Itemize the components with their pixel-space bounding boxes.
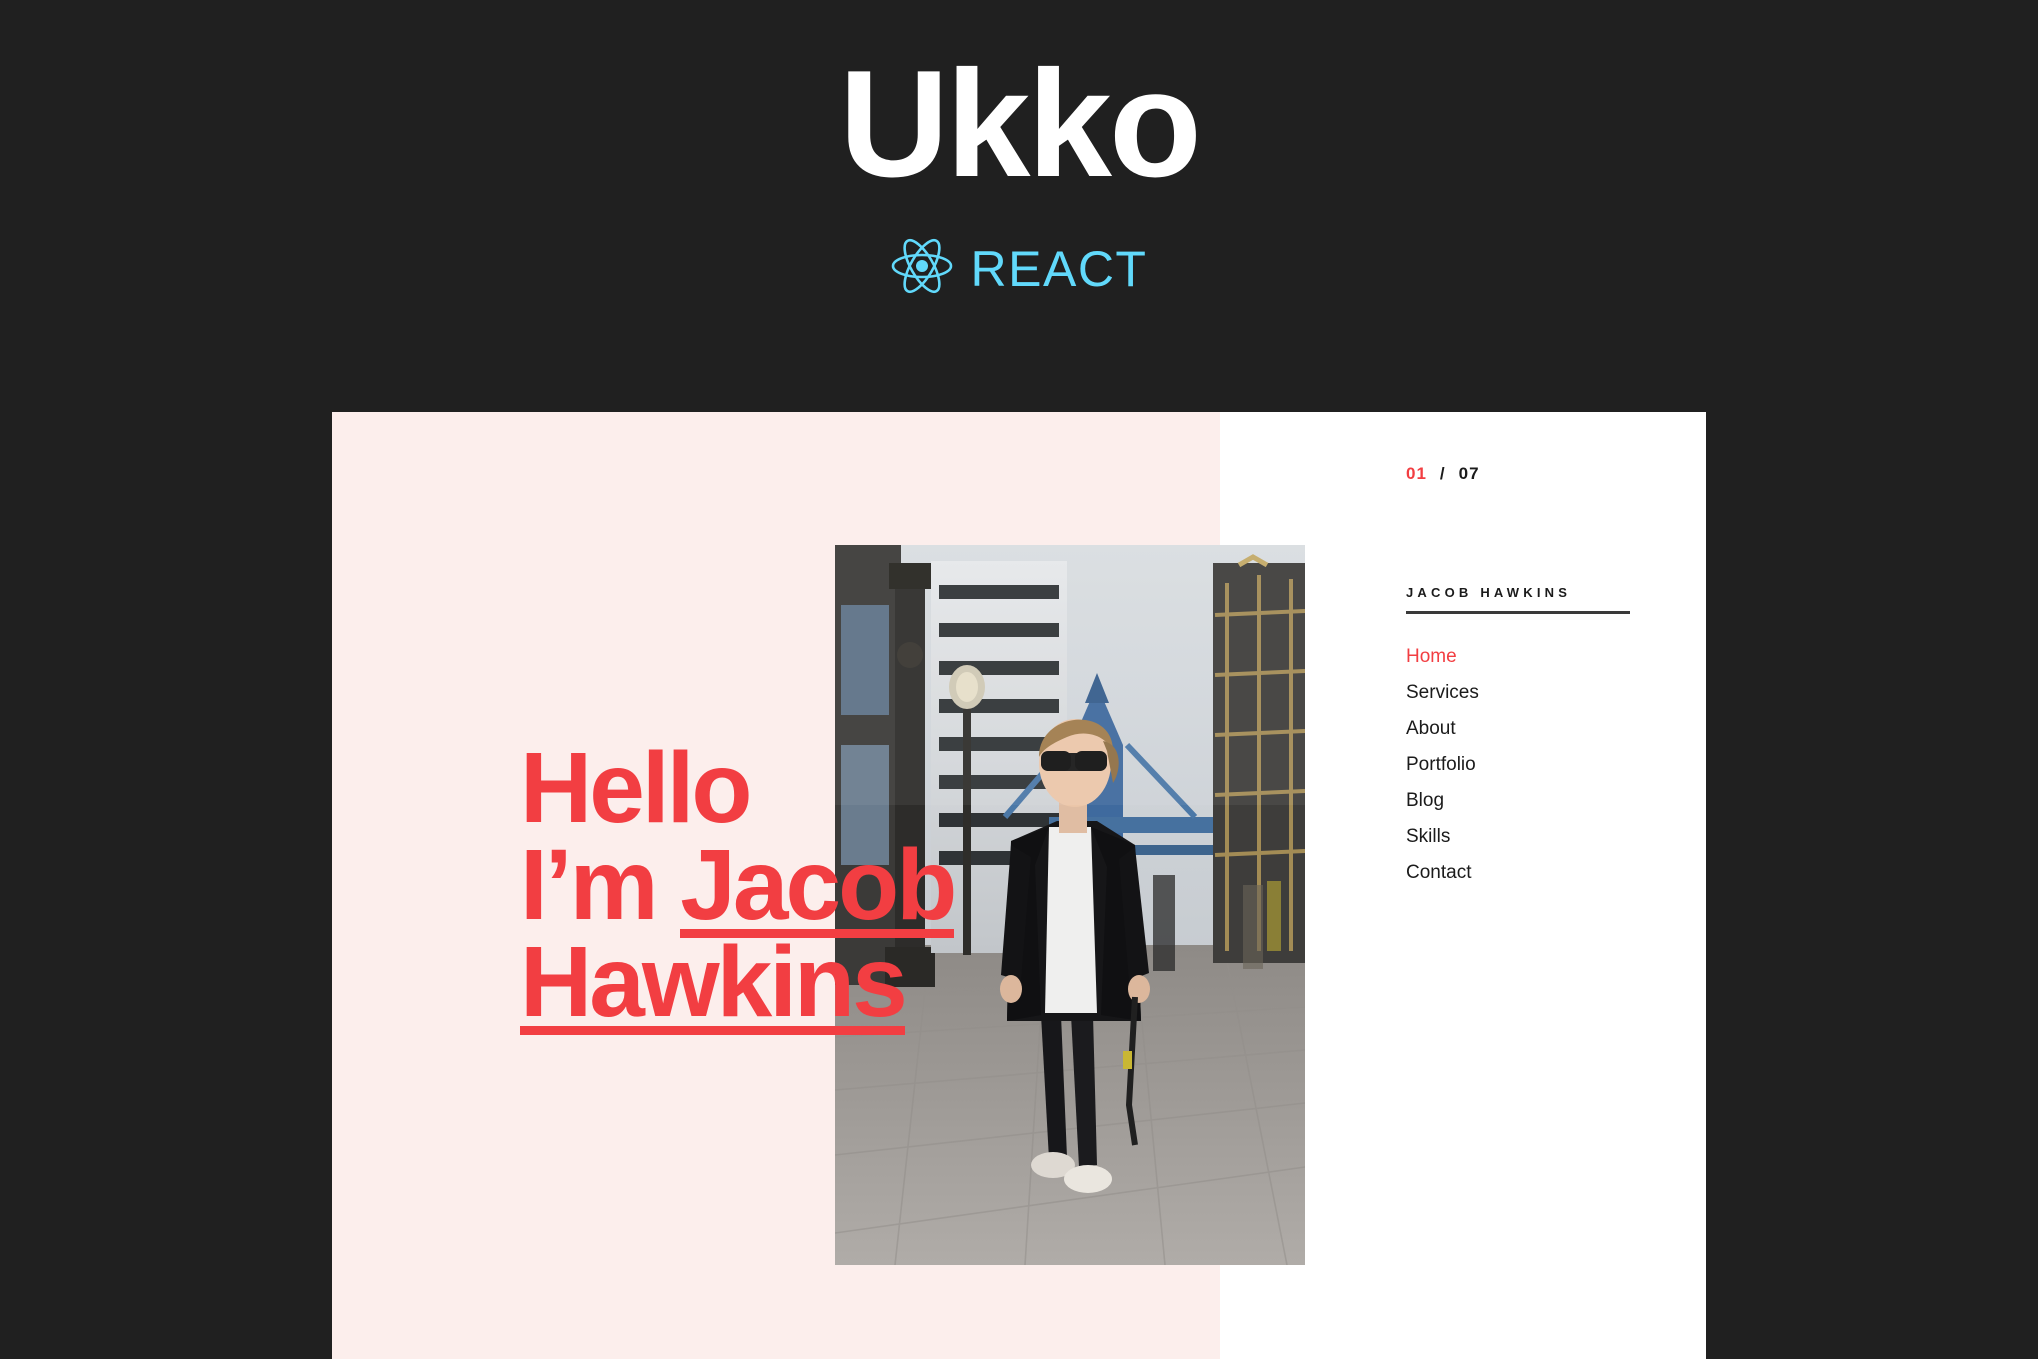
site-preview-panel: Hello I’m Jacob Hawkins 01 / 07 JACOB HA…	[332, 412, 1706, 1359]
nav-item-services[interactable]: Services	[1406, 679, 1479, 706]
branding-band: Ukko REACT	[0, 0, 2038, 412]
pagination-separator: /	[1439, 464, 1446, 483]
nav-item-blog[interactable]: Blog	[1406, 787, 1479, 814]
slide-pagination: 01 / 07	[1406, 464, 1480, 484]
react-atom-icon	[891, 238, 953, 299]
hero-line-3: Hawkins	[520, 926, 1260, 1038]
nav-item-about[interactable]: About	[1406, 715, 1479, 742]
hero-line-1: Hello	[520, 732, 752, 844]
site-logo-text: JACOB HAWKINS	[1406, 585, 1572, 600]
pagination-current: 01	[1406, 464, 1427, 483]
nav-item-skills[interactable]: Skills	[1406, 823, 1479, 850]
nav-item-portfolio[interactable]: Portfolio	[1406, 751, 1479, 778]
nav-item-home[interactable]: Home	[1406, 643, 1479, 670]
site-logo-underline	[1406, 611, 1630, 614]
site-logo[interactable]: JACOB HAWKINS	[1406, 585, 1634, 614]
site-right-column: 01 / 07 JACOB HAWKINS Home Services Abou…	[1220, 412, 1706, 1359]
nav-item-contact[interactable]: Contact	[1406, 859, 1479, 886]
hero-headline: Hello I’m Jacob Hawkins	[520, 732, 1260, 1038]
hero-line-2: I’m Jacob	[520, 829, 1260, 941]
hero-line-2-plain: I’m	[520, 829, 681, 941]
product-title: Ukko	[839, 39, 1202, 209]
framework-label: REACT	[970, 240, 1148, 297]
framework-badge: REACT	[891, 238, 1148, 299]
main-navigation: Home Services About Portfolio Blog Skill…	[1406, 643, 1479, 895]
pagination-total: 07	[1458, 464, 1480, 483]
hero-line-3-underlined: Hawkins	[520, 926, 908, 1038]
hero-line-2-underlined: Jacob	[680, 829, 957, 941]
